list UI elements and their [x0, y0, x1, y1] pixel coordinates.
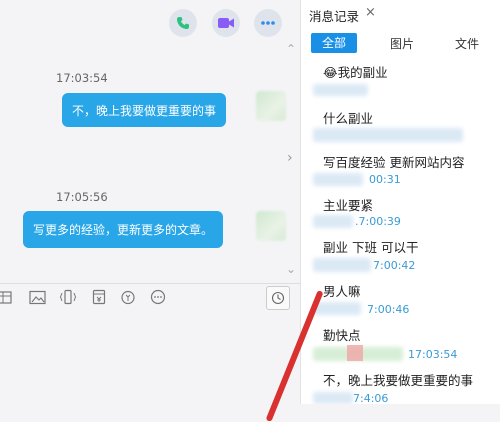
message-history-panel: 消息记录 × 全部 图片 文件 😂我的副业 什么副业 写百度经验 更新网站内容 …: [300, 0, 500, 404]
history-timestamp: 7:00:46: [367, 303, 410, 316]
redacted-sender: [313, 128, 463, 142]
history-message: 😂我的副业: [323, 65, 388, 80]
avatar[interactable]: [256, 211, 286, 241]
message-timestamp: 17:05:56: [56, 190, 108, 204]
shake-icon[interactable]: [59, 288, 77, 306]
message-timestamp: 17:03:54: [56, 71, 108, 85]
history-timestamp: 00:31: [369, 173, 401, 186]
chevron-down-icon[interactable]: ⌄: [286, 262, 296, 276]
filter-all-tab[interactable]: 全部: [311, 33, 357, 53]
voice-call-button[interactable]: [169, 9, 197, 37]
video-icon: [218, 18, 234, 28]
transfer-icon[interactable]: [119, 288, 137, 306]
chevron-up-icon[interactable]: ⌃: [286, 42, 296, 56]
redacted-sender: [313, 302, 361, 315]
history-message: 副业 下班 可以干: [323, 240, 419, 255]
more-options-button[interactable]: [254, 9, 282, 37]
history-timestamp: 17:03:54: [408, 348, 458, 361]
history-message: 写百度经验 更新网站内容: [323, 155, 465, 170]
avatar[interactable]: [256, 91, 286, 121]
redacted-sender: [313, 84, 368, 96]
more-icon: [261, 21, 275, 25]
redacted-sender: [313, 215, 353, 228]
history-message: 什么副业: [323, 111, 374, 126]
history-clock-icon[interactable]: [266, 286, 290, 310]
phone-icon: [177, 17, 189, 29]
annotation-mark: [347, 345, 363, 361]
close-icon[interactable]: ×: [365, 5, 376, 20]
history-timestamp: .7:00:39: [355, 215, 401, 228]
history-filter-row: 全部 图片 文件: [301, 33, 500, 53]
video-call-button[interactable]: [212, 9, 240, 37]
image-icon[interactable]: [28, 288, 46, 306]
history-timestamp: 7:4:06: [353, 392, 389, 404]
message-bubble[interactable]: 不，晚上我要做更重要的事: [62, 93, 227, 127]
redacted-sender: [313, 392, 353, 404]
history-title: 消息记录: [309, 9, 360, 24]
history-message: 男人嘛: [323, 284, 361, 299]
message-bubble[interactable]: 写更多的经验，更新更多的文章。: [23, 211, 224, 248]
history-timestamp: 7:00:42: [373, 259, 416, 272]
filter-files-tab[interactable]: 文件: [455, 35, 479, 52]
redacted-sender: [313, 173, 363, 186]
file-icon[interactable]: [0, 288, 14, 306]
history-tab[interactable]: 消息记录 ×: [301, 0, 500, 28]
filter-images-tab[interactable]: 图片: [390, 35, 414, 52]
history-message: 不，晚上我要做更重要的事: [323, 373, 474, 388]
history-message: 主业要紧: [323, 198, 374, 213]
red-packet-icon[interactable]: [90, 288, 108, 306]
input-toolbar: [0, 284, 300, 310]
chevron-right-icon[interactable]: ›: [287, 150, 293, 166]
redacted-sender: [313, 258, 371, 272]
more-tools-icon[interactable]: [149, 288, 167, 306]
laughing-emoji-icon: 😂: [323, 65, 338, 80]
history-message: 勤快点: [323, 328, 361, 343]
chat-panel: 17:03:54 不，晚上我要做更重要的事 17:05:56 写更多的经验，更新…: [0, 0, 300, 404]
